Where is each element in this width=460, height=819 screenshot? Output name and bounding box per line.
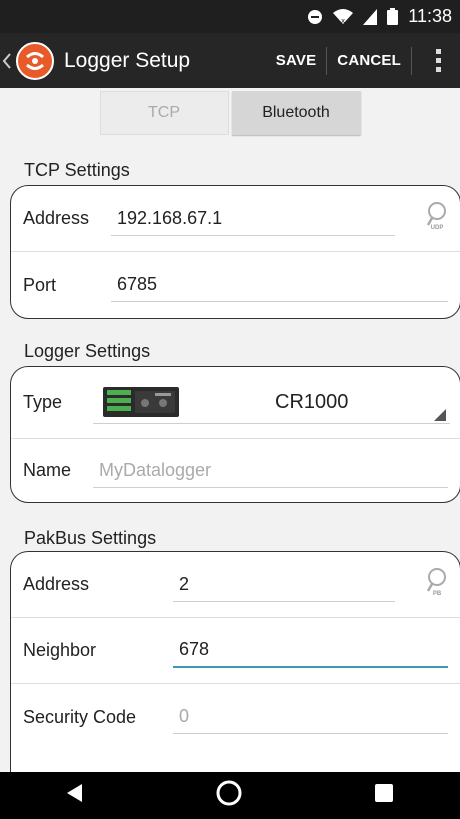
logger-name-label: Name	[23, 460, 72, 480]
logger-name-input[interactable]: MyDatalogger	[93, 454, 448, 488]
logger-type-value: CR1000	[275, 391, 349, 413]
signal-icon	[363, 8, 378, 25]
bluetooth-toggle-button[interactable]: Bluetooth	[231, 91, 361, 135]
logger-name-row: Name MyDatalogger	[11, 439, 460, 502]
tcp-address-row: Address 192.168.67.1 UDP	[11, 186, 460, 252]
logger-type-underline	[93, 423, 450, 424]
pakbus-security-row: Security Code 0	[11, 684, 460, 750]
tcp-settings-card: Address 192.168.67.1 UDP Port 6785	[10, 185, 460, 319]
connection-type-toggle: TCP Bluetooth	[0, 91, 460, 135]
wifi-icon: x	[333, 8, 354, 25]
pakbus-neighbor-row: Neighbor 678	[11, 618, 460, 684]
pakbus-address-input[interactable]: 2	[173, 568, 395, 602]
action-bar: Logger Setup SAVE CANCEL	[0, 33, 460, 88]
pakbus-security-label: Security Code	[23, 706, 137, 727]
logger-type-label: Type	[23, 392, 63, 412]
status-bar: x 11:38	[0, 0, 460, 33]
pakbus-address-row: Address 2 PB	[11, 552, 460, 618]
do-not-disturb-icon	[307, 9, 323, 25]
pakbus-search-icon[interactable]: PB	[424, 567, 450, 603]
pakbus-settings-card: Address 2 PB Neighbor 678 Security Code …	[10, 551, 460, 772]
back-chevron-icon[interactable]	[2, 52, 14, 69]
tcp-address-input[interactable]: 192.168.67.1	[111, 202, 395, 236]
logger-settings-header: Logger Settings	[24, 341, 151, 361]
save-button[interactable]: SAVE	[266, 33, 327, 88]
system-nav-bar	[0, 772, 460, 819]
home-icon[interactable]	[216, 780, 242, 811]
page-title: Logger Setup	[64, 48, 191, 72]
pakbus-neighbor-input[interactable]: 678	[173, 634, 448, 668]
logger-type-row[interactable]: Type CR1000	[11, 367, 460, 439]
battery-icon	[387, 8, 399, 25]
cancel-button[interactable]: CANCEL	[327, 33, 411, 88]
tcp-port-input[interactable]: 6785	[111, 268, 448, 302]
action-divider	[411, 46, 412, 75]
dropdown-arrow-icon[interactable]	[434, 408, 446, 426]
tcp-toggle-button[interactable]: TCP	[99, 91, 229, 135]
tcp-settings-header: TCP Settings	[24, 160, 130, 180]
back-icon[interactable]	[66, 784, 83, 807]
pakbus-settings-header: PakBus Settings	[24, 528, 157, 548]
svg-text:x: x	[341, 17, 345, 25]
cr1000-device-image	[103, 381, 183, 426]
pb-caption: PB	[432, 590, 442, 597]
status-time: 11:38	[408, 6, 452, 26]
udp-caption: UDP	[430, 224, 444, 231]
udp-search-icon[interactable]: UDP	[424, 201, 450, 237]
tcp-address-label: Address	[23, 208, 90, 228]
recents-icon[interactable]	[375, 784, 394, 807]
tcp-port-label: Port	[23, 274, 57, 295]
pakbus-address-label: Address	[23, 574, 90, 594]
pakbus-neighbor-label: Neighbor	[23, 640, 97, 660]
pakbus-security-input[interactable]: 0	[173, 700, 448, 734]
tcp-port-row: Port 6785	[11, 252, 460, 318]
overflow-menu-icon[interactable]	[416, 33, 460, 88]
logger-settings-card: Type CR1000 Name MyDatalogger	[10, 366, 460, 503]
app-logo-icon[interactable]	[16, 41, 54, 80]
